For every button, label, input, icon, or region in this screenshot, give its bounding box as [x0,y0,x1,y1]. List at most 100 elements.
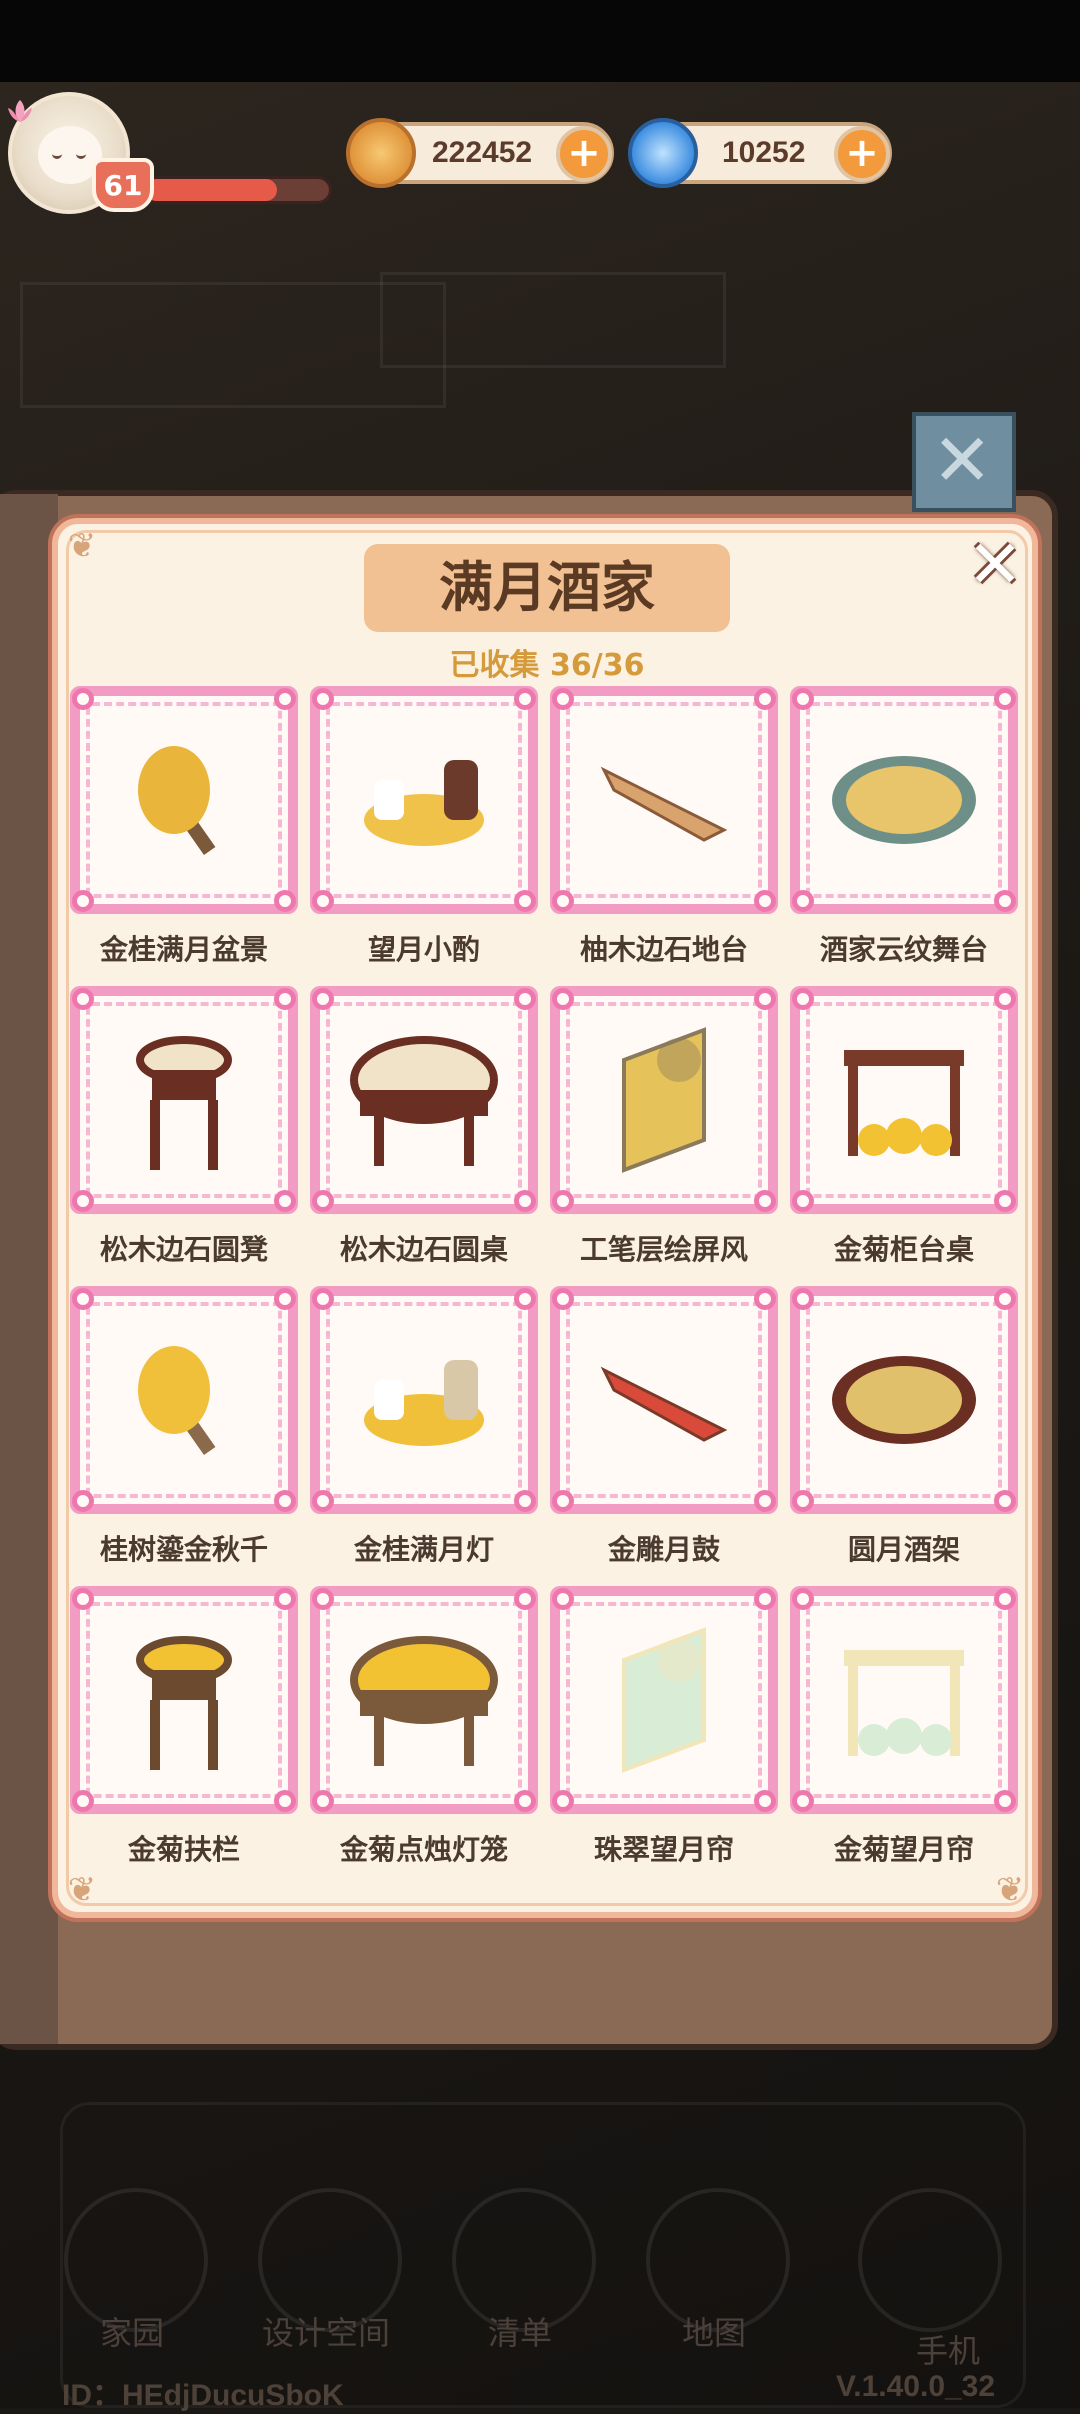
frame-curl-ornament [312,1190,334,1212]
item-frame [790,686,1018,914]
frame-curl-ornament [552,688,574,710]
frame-curl-ornament [552,988,574,1010]
collection-item[interactable]: 金菊点烛灯笼 [310,1586,538,1876]
frame-curl-ornament [514,1588,536,1610]
frame-curl-ornament [514,688,536,710]
frame-curl-ornament [274,1288,296,1310]
item-frame [70,986,298,1214]
frame-curl-ornament [792,688,814,710]
collection-item[interactable]: 金菊望月帘 [790,1586,1018,1876]
corner-ornament-icon: ❦ [67,1870,97,1910]
collection-item[interactable]: 酒家云纹舞台 [790,686,1018,976]
item-frame [310,1286,538,1514]
frame-curl-ornament [312,988,334,1010]
frame-curl-ornament [552,1190,574,1212]
round-stage-icon [832,756,976,844]
moon-drum-icon [600,1366,728,1442]
collection-item[interactable]: 金雕月鼓 [550,1286,778,1576]
frame-curl-ornament [792,1288,814,1310]
frame-curl-ornament [994,688,1016,710]
nav-phone-label: 手机 [915,2332,980,2370]
gem-value: 10252 [722,136,806,169]
nav-phone-button[interactable] [858,2188,1002,2332]
collection-item[interactable]: 金桂满月盆景 [70,686,298,976]
chrysanthemum-counter-icon [844,1050,964,1156]
frame-curl-ornament [792,1190,814,1212]
collection-item-label: 松木边石圆凳 [99,1233,268,1266]
item-frame [790,986,1018,1214]
frame-curl-ornament [274,1588,296,1610]
frame-curl-ornament [274,1790,296,1812]
collection-item-label: 金雕月鼓 [607,1533,720,1566]
add-coins-button[interactable]: + [556,126,612,182]
collection-item-label: 柚木边石地台 [579,933,748,966]
item-frame [70,686,298,914]
item-frame [790,1286,1018,1514]
coin-value: 222452 [432,136,533,169]
collection-item[interactable]: 松木边石圆桌 [310,986,538,1276]
collection-progress: 已收集 36/36 [449,648,645,683]
collection-item[interactable]: 金菊柜台桌 [790,986,1018,1276]
collection-item-label: 工笔层绘屏风 [579,1233,748,1266]
collection-item-label: 桂树鎏金秋千 [99,1533,268,1566]
frame-curl-ornament [994,1490,1016,1512]
collection-item[interactable]: 圆月酒架 [790,1286,1018,1576]
item-frame [310,1586,538,1814]
collection-item[interactable]: 桂树鎏金秋千 [70,1286,298,1576]
frame-curl-ornament [274,1490,296,1512]
collection-item-label: 金菊点烛灯笼 [339,1833,508,1866]
item-frame [550,1586,778,1814]
pearl-curtain-icon [622,1627,706,1773]
collection-item-label: 金桂满月盆景 [99,933,268,966]
collection-item[interactable]: 望月小酌 [310,686,538,976]
frame-curl-ornament [792,890,814,912]
collection-item[interactable]: 金桂满月灯 [310,1286,538,1576]
version-label: V.1.40.0_32 [836,2370,996,2403]
frame-curl-ornament [552,1490,574,1512]
collection-item-label: 金菊望月帘 [833,1833,974,1866]
experience-fill [145,179,278,201]
frame-curl-ornament [72,688,94,710]
collection-item[interactable]: 珠翠望月帘 [550,1586,778,1876]
item-frame [70,1286,298,1514]
collection-title: 满月酒家 [439,556,655,619]
collection-item-label: 金菊扶栏 [127,1833,240,1866]
frame-curl-ornament [754,988,776,1010]
frame-curl-ornament [72,890,94,912]
frame-curl-ornament [994,890,1016,912]
collection-item-label: 望月小酌 [367,933,480,966]
frame-curl-ornament [274,890,296,912]
frame-curl-ornament [754,1190,776,1212]
item-frame [550,686,778,914]
frame-curl-ornament [754,1790,776,1812]
frame-curl-ornament [994,1190,1016,1212]
collection-item-label: 珠翠望月帘 [593,1833,734,1866]
frame-curl-ornament [514,988,536,1010]
collection-item[interactable]: 松木边石圆凳 [70,986,298,1276]
frame-curl-ornament [994,1790,1016,1812]
round-stool-icon [136,1036,232,1170]
collection-item[interactable]: 柚木边石地台 [550,686,778,976]
frame-curl-ornament [792,1588,814,1610]
frame-curl-ornament [514,1190,536,1212]
frame-curl-ornament [754,1490,776,1512]
level-badge: 61 [92,158,154,212]
collection-item[interactable]: 金菊扶栏 [70,1586,298,1876]
frame-curl-ornament [754,1588,776,1610]
lotus-icon [8,100,32,122]
frame-curl-ornament [312,1588,334,1610]
nav-map-label: 地图 [681,2314,746,2352]
close-button[interactable]: ✕ [960,530,1030,600]
add-gems-button[interactable]: + [834,126,890,182]
frame-curl-ornament [514,1288,536,1310]
frame-curl-ornament [792,988,814,1010]
frame-curl-ornament [514,1790,536,1812]
swirl-gem-icon [628,118,698,188]
collection-item-label: 松木边石圆桌 [339,1233,508,1266]
frame-curl-ornament [312,890,334,912]
item-frame [70,1586,298,1814]
collection-item[interactable]: 工笔层绘屏风 [550,986,778,1276]
corner-ornament-icon: ❦ [995,1870,1025,1910]
frame-curl-ornament [994,988,1016,1010]
collection-item-label: 金桂满月灯 [353,1533,494,1566]
